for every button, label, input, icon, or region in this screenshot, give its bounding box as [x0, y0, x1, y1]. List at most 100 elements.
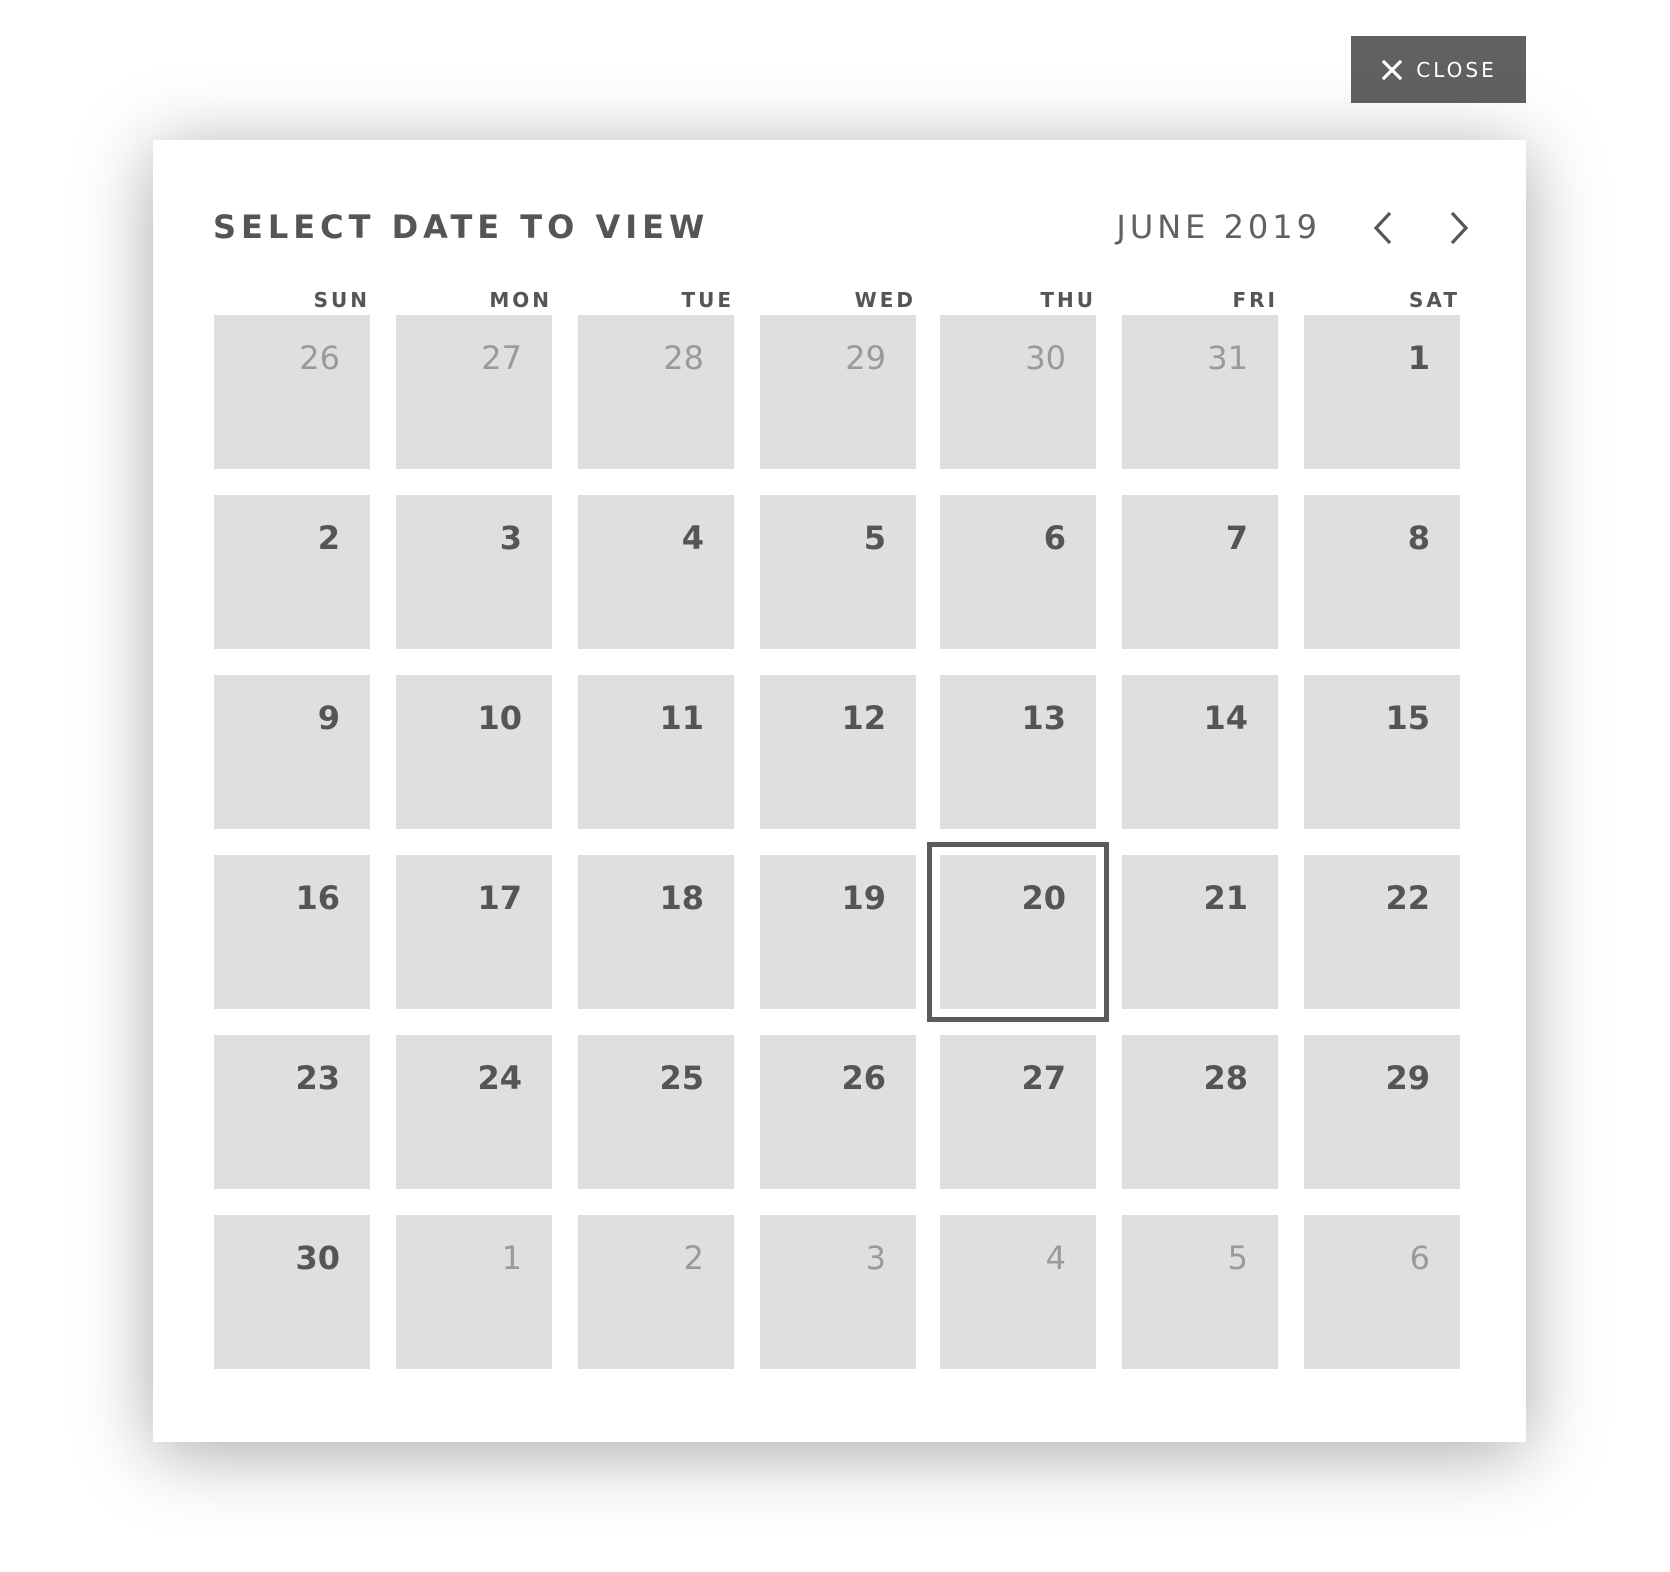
day-number: 27: [481, 339, 522, 377]
weekday-sat: SAT: [1409, 288, 1460, 312]
day-cell[interactable]: 1: [396, 1215, 552, 1369]
chevron-right-icon: [1450, 211, 1469, 245]
day-cell[interactable]: 1: [1304, 315, 1460, 469]
day-number: 4: [1045, 1239, 1066, 1277]
day-number: 26: [299, 339, 340, 377]
day-cell[interactable]: 26: [760, 1035, 916, 1189]
day-cell[interactable]: 25: [578, 1035, 734, 1189]
day-cell[interactable]: 10: [396, 675, 552, 829]
day-number: 14: [1203, 699, 1248, 737]
day-cell[interactable]: 7: [1122, 495, 1278, 649]
day-cell[interactable]: 18: [578, 855, 734, 1009]
day-number: 28: [1203, 1059, 1248, 1097]
close-button[interactable]: CLOSE: [1351, 36, 1526, 103]
day-cell[interactable]: 14: [1122, 675, 1278, 829]
day-cell[interactable]: 3: [760, 1215, 916, 1369]
day-number: 28: [663, 339, 704, 377]
day-cell[interactable]: 23: [214, 1035, 370, 1189]
day-number: 24: [477, 1059, 522, 1097]
day-number: 2: [317, 519, 340, 557]
day-cell[interactable]: 13: [940, 675, 1096, 829]
day-number: 29: [1385, 1059, 1430, 1097]
day-cell[interactable]: 6: [1304, 1215, 1460, 1369]
day-number: 30: [1025, 339, 1066, 377]
day-number: 15: [1385, 699, 1430, 737]
day-number: 21: [1203, 879, 1248, 917]
day-cell[interactable]: 3: [396, 495, 552, 649]
day-cell[interactable]: 29: [760, 315, 916, 469]
day-number: 6: [1409, 1239, 1430, 1277]
weekday-fri: FRI: [1232, 288, 1278, 312]
day-number: 30: [295, 1239, 340, 1277]
weekday-thu: THU: [1040, 288, 1096, 312]
day-number: 16: [295, 879, 340, 917]
day-cell[interactable]: 27: [396, 315, 552, 469]
day-number: 26: [841, 1059, 886, 1097]
day-number: 2: [683, 1239, 704, 1277]
day-number: 3: [499, 519, 522, 557]
day-cell[interactable]: 19: [760, 855, 916, 1009]
chevron-left-icon: [1373, 211, 1392, 245]
day-cell[interactable]: 2: [214, 495, 370, 649]
day-number: 12: [841, 699, 886, 737]
day-cell[interactable]: 22: [1304, 855, 1460, 1009]
day-number: 18: [659, 879, 704, 917]
day-number: 31: [1207, 339, 1248, 377]
weekday-sun: SUN: [313, 288, 370, 312]
day-number: 5: [1227, 1239, 1248, 1277]
day-cell[interactable]: 12: [760, 675, 916, 829]
date-picker-modal: SELECT DATE TO VIEW JUNE 2019 SUN MON TUE W…: [153, 140, 1526, 1442]
day-cell[interactable]: 21: [1122, 855, 1278, 1009]
day-number: 13: [1021, 699, 1066, 737]
day-number: 10: [477, 699, 522, 737]
month-label: JUNE 2019: [1116, 208, 1321, 246]
day-cell[interactable]: 29: [1304, 1035, 1460, 1189]
weekday-wed: WED: [854, 288, 916, 312]
day-number: 9: [317, 699, 340, 737]
day-cell[interactable]: 11: [578, 675, 734, 829]
day-number: 1: [1407, 339, 1430, 377]
day-number: 27: [1021, 1059, 1066, 1097]
day-number: 19: [841, 879, 886, 917]
day-number: 8: [1407, 519, 1430, 557]
day-number: 3: [865, 1239, 886, 1277]
next-month-button[interactable]: [1439, 206, 1479, 250]
day-number: 20: [1021, 879, 1066, 917]
day-number: 23: [295, 1059, 340, 1097]
day-cell[interactable]: 17: [396, 855, 552, 1009]
close-icon: [1382, 59, 1403, 80]
day-number: 25: [659, 1059, 704, 1097]
prev-month-button[interactable]: [1363, 206, 1403, 250]
day-cell[interactable]: 5: [760, 495, 916, 649]
day-cell[interactable]: 9: [214, 675, 370, 829]
day-cell[interactable]: 30: [940, 315, 1096, 469]
day-number: 11: [659, 699, 704, 737]
day-number: 29: [845, 339, 886, 377]
day-cell[interactable]: 26: [214, 315, 370, 469]
day-cell[interactable]: 15: [1304, 675, 1460, 829]
day-number: 7: [1225, 519, 1248, 557]
page-title: SELECT DATE TO VIEW: [213, 208, 710, 246]
day-cell[interactable]: 2: [578, 1215, 734, 1369]
day-cell[interactable]: 24: [396, 1035, 552, 1189]
page: CLOSE SELECT DATE TO VIEW JUNE 2019 SUN M…: [0, 0, 1670, 1572]
day-cell[interactable]: 27: [940, 1035, 1096, 1189]
day-cell[interactable]: 31: [1122, 315, 1278, 469]
day-cell[interactable]: 28: [578, 315, 734, 469]
day-cell[interactable]: 6: [940, 495, 1096, 649]
day-cell[interactable]: 20: [927, 842, 1109, 1022]
day-cell[interactable]: 30: [214, 1215, 370, 1369]
day-cell[interactable]: 8: [1304, 495, 1460, 649]
day-number: 22: [1385, 879, 1430, 917]
day-cell[interactable]: 5: [1122, 1215, 1278, 1369]
weekday-tue: TUE: [681, 288, 734, 312]
weekday-mon: MON: [489, 288, 552, 312]
day-cell[interactable]: 16: [214, 855, 370, 1009]
day-number: 1: [501, 1239, 522, 1277]
close-button-label: CLOSE: [1416, 57, 1497, 82]
day-number: 5: [863, 519, 886, 557]
day-cell[interactable]: 28: [1122, 1035, 1278, 1189]
day-cell[interactable]: 4: [578, 495, 734, 649]
day-cell[interactable]: 4: [940, 1215, 1096, 1369]
day-number: 4: [681, 519, 704, 557]
